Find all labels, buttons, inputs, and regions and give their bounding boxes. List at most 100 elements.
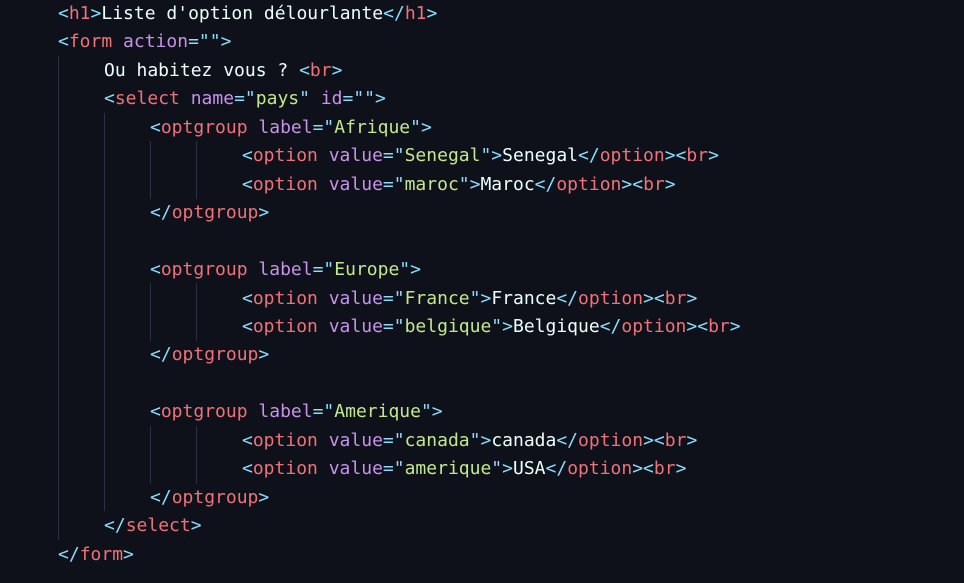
indent-guide bbox=[196, 141, 197, 199]
code-token: >< bbox=[686, 316, 709, 337]
code-token: option bbox=[252, 145, 318, 166]
code-token: > bbox=[675, 458, 687, 479]
code-token: amerique bbox=[404, 458, 492, 479]
code-token: >< bbox=[632, 458, 654, 479]
code-token: optgroup bbox=[171, 487, 259, 508]
code-line[interactable]: <optgroup label="Europe"> bbox=[150, 256, 421, 284]
code-line[interactable]: <option value="belgique">Belgique</optio… bbox=[242, 313, 741, 341]
code-line[interactable]: <optgroup label="Amerique"> bbox=[150, 398, 443, 426]
code-token: br bbox=[643, 174, 665, 195]
code-line[interactable]: </optgroup> bbox=[150, 341, 269, 369]
code-token: USA bbox=[512, 458, 546, 479]
code-token: pays bbox=[255, 88, 300, 109]
code-line[interactable]: <option value="canada">canada</option><b… bbox=[242, 427, 697, 455]
code-token: " bbox=[299, 88, 310, 109]
code-token: option bbox=[621, 316, 687, 337]
code-line[interactable]: <option value="Senegal">Senegal</option>… bbox=[242, 142, 719, 170]
code-token: br bbox=[686, 145, 709, 166]
code-token: < bbox=[150, 259, 161, 280]
code-token: > bbox=[190, 515, 202, 536]
code-line[interactable]: <optgroup label="Afrique"> bbox=[150, 114, 432, 142]
code-line[interactable]: </select> bbox=[104, 512, 202, 540]
code-token: > bbox=[708, 145, 719, 166]
code-token: =" bbox=[382, 288, 405, 309]
code-token: =" bbox=[382, 174, 405, 195]
code-token: optgroup bbox=[160, 259, 248, 280]
code-line[interactable]: </form> bbox=[58, 541, 134, 569]
code-token: < bbox=[242, 316, 253, 337]
code-line[interactable]: </optgroup> bbox=[150, 199, 269, 227]
code-token: < bbox=[104, 88, 115, 109]
code-token: Belgique bbox=[512, 316, 600, 337]
code-token: </ bbox=[150, 487, 172, 508]
code-token: name bbox=[190, 88, 235, 109]
code-token: optgroup bbox=[171, 344, 259, 365]
code-editor[interactable]: <h1>Liste d'option délourlante</h1> <form… bbox=[0, 0, 964, 583]
code-token: =""> bbox=[188, 31, 232, 52]
code-token: br bbox=[653, 458, 676, 479]
code-token: </ bbox=[383, 3, 405, 24]
code-token: action bbox=[123, 31, 189, 52]
code-token: br bbox=[664, 430, 687, 451]
code-token: < bbox=[242, 458, 253, 479]
code-line[interactable]: <h1>Liste d'option délourlante</h1> bbox=[58, 0, 437, 28]
code-token: > bbox=[258, 202, 270, 223]
code-token: option bbox=[252, 316, 318, 337]
code-token: option bbox=[252, 458, 318, 479]
code-token: optgroup bbox=[160, 117, 248, 138]
code-line[interactable]: <option value="France">France</option><b… bbox=[242, 285, 697, 313]
code-token: >< bbox=[643, 288, 665, 309]
code-token: form bbox=[68, 31, 113, 52]
code-token: option bbox=[578, 430, 644, 451]
indent-guide bbox=[58, 56, 59, 540]
indent-guide bbox=[150, 283, 151, 341]
code-token: < bbox=[58, 31, 69, 52]
code-token: value bbox=[328, 145, 383, 166]
code-token: =" bbox=[382, 316, 405, 337]
code-token: =" bbox=[382, 458, 405, 479]
code-token: =" bbox=[382, 145, 405, 166]
code-token: "> bbox=[399, 259, 421, 280]
code-token: optgroup bbox=[160, 401, 248, 422]
code-token: =""> bbox=[342, 88, 386, 109]
code-token: optgroup bbox=[171, 202, 259, 223]
code-token: option bbox=[556, 174, 622, 195]
indent-guide bbox=[196, 283, 197, 341]
code-line[interactable]: <form action=""> bbox=[58, 28, 231, 56]
code-token: Afrique bbox=[334, 117, 411, 138]
code-token: =" bbox=[234, 88, 256, 109]
code-token: select bbox=[114, 88, 180, 109]
code-token: Amerique bbox=[334, 401, 421, 422]
code-token: < bbox=[58, 3, 69, 24]
code-token: br bbox=[664, 288, 687, 309]
code-token: </ bbox=[556, 288, 579, 309]
code-token: "> bbox=[491, 458, 513, 479]
code-token: </ bbox=[58, 544, 80, 565]
code-token: < bbox=[242, 288, 253, 309]
code-line[interactable]: <option value="amerique">USA</option><br… bbox=[242, 455, 686, 483]
code-line[interactable]: </optgroup> bbox=[150, 484, 269, 512]
code-line[interactable]: <option value="maroc">Maroc</option><br> bbox=[242, 171, 676, 199]
code-token: "> bbox=[491, 316, 513, 337]
code-token: > bbox=[258, 487, 270, 508]
code-token: option bbox=[567, 458, 633, 479]
code-token: </ bbox=[104, 515, 126, 536]
code-token: > bbox=[664, 174, 676, 195]
code-token: h1 bbox=[404, 3, 427, 24]
code-token: canada bbox=[404, 430, 470, 451]
code-line[interactable]: <select name="pays" id=""> bbox=[104, 85, 386, 113]
code-line[interactable]: Ou habitez vous ? <br> bbox=[104, 57, 342, 85]
code-token: br bbox=[309, 60, 332, 81]
code-token: "> bbox=[469, 430, 492, 451]
code-token: label bbox=[258, 259, 313, 280]
code-token: label bbox=[258, 401, 313, 422]
code-token: form bbox=[79, 544, 124, 565]
code-token: value bbox=[328, 458, 383, 479]
